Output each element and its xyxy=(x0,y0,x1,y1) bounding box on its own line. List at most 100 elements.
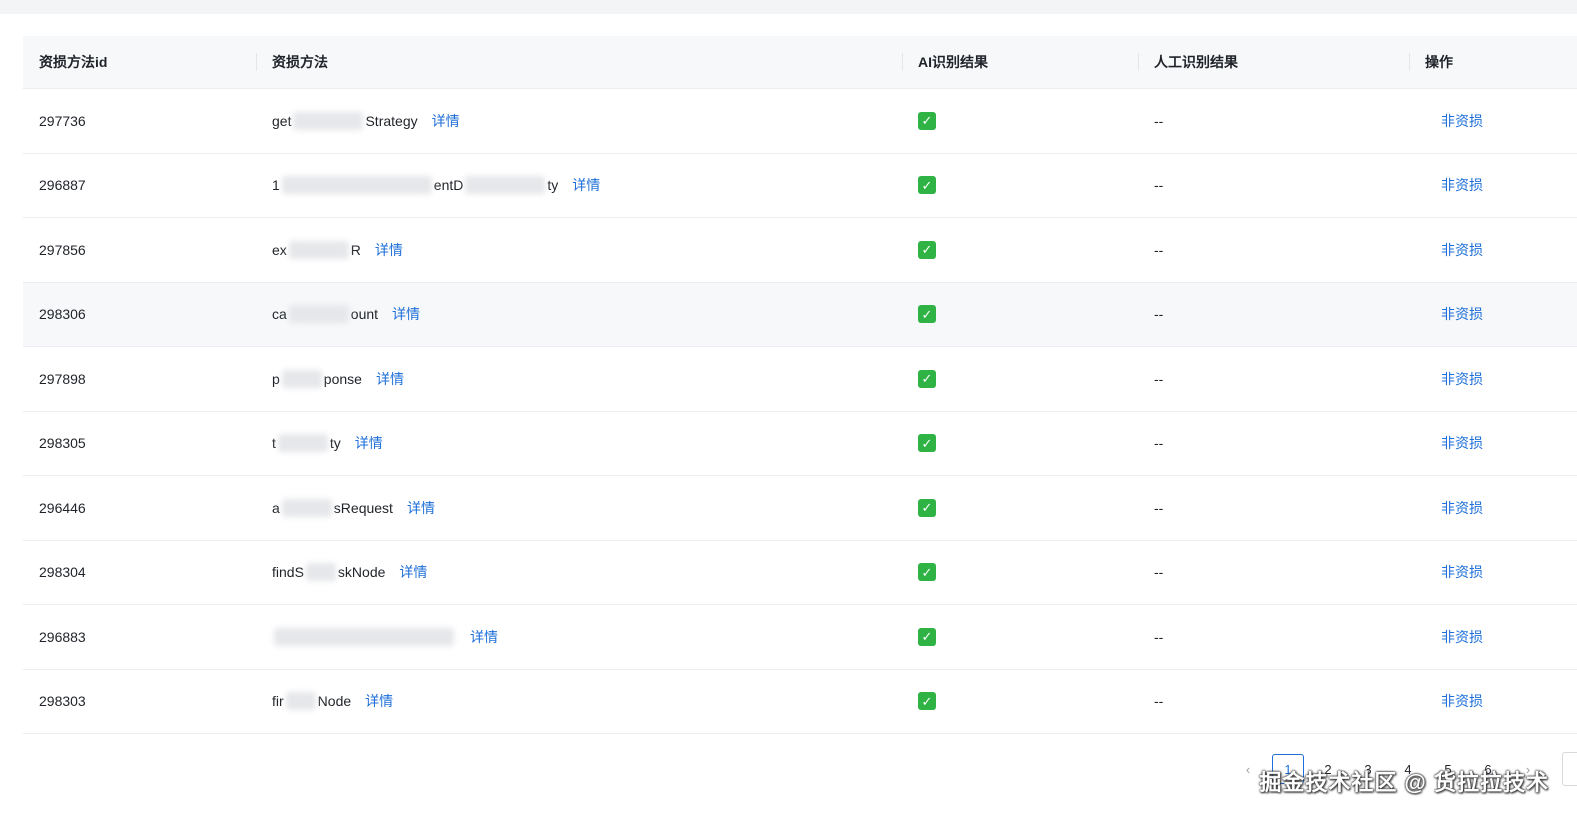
mark-non-loss-button[interactable]: 非资损 xyxy=(1441,562,1483,582)
table-row: 297898 p ponse 详情 ✓ -- 非资损 xyxy=(23,347,1577,412)
cell-manual-result: -- xyxy=(1154,628,1164,645)
cell-ai-result: ✓ xyxy=(902,347,1138,411)
cell-method: p ponse 详情 xyxy=(256,347,902,411)
detail-link[interactable]: 详情 xyxy=(470,627,498,647)
cell-ai-result: ✓ xyxy=(902,218,1138,282)
cell-method: get Strategy 详情 xyxy=(256,89,902,153)
redacted-mask xyxy=(277,434,328,453)
cell-ai-result: ✓ xyxy=(902,476,1138,540)
cell-method: t ty 详情 xyxy=(256,412,902,476)
cell-manual-result: -- xyxy=(1154,177,1164,194)
method-name-end: ponse xyxy=(323,370,362,387)
table-row: 296887 1 entD ty 详情 ✓ -- 非资损 xyxy=(23,154,1577,218)
method-name-start: ca xyxy=(272,306,287,323)
method-name-start: a xyxy=(272,499,280,516)
mark-non-loss-button[interactable]: 非资损 xyxy=(1441,498,1483,518)
method-name-end: skNode xyxy=(337,564,386,581)
check-mark-icon: ✓ xyxy=(918,692,936,711)
mark-non-loss-button[interactable]: 非资损 xyxy=(1441,433,1483,453)
cell-ai-result: ✓ xyxy=(902,412,1138,476)
cell-ai-result: ✓ xyxy=(902,541,1138,605)
check-mark-icon: ✓ xyxy=(918,240,936,259)
redacted-mask xyxy=(305,563,336,582)
cell-action: 非资损 xyxy=(1409,218,1577,282)
method-name-end: R xyxy=(350,241,361,258)
detail-link[interactable]: 详情 xyxy=(432,111,460,131)
method-name-end: ty xyxy=(329,435,341,452)
cell-method: 1 entD ty 详情 xyxy=(256,154,902,218)
detail-link[interactable]: 详情 xyxy=(572,175,600,195)
cell-method: a sRequest 详情 xyxy=(256,476,902,540)
method-name-start: ex xyxy=(272,241,287,258)
cell-id: 298304 xyxy=(39,564,86,581)
redacted-mask xyxy=(465,176,546,195)
method-name-start: t xyxy=(272,435,276,452)
cell-action: 非资损 xyxy=(1409,283,1577,347)
check-mark-icon: ✓ xyxy=(918,176,936,195)
detail-link[interactable]: 详情 xyxy=(365,691,393,711)
cell-id: 298305 xyxy=(39,435,86,452)
method-name-start: get xyxy=(272,112,292,129)
cell-id: 297898 xyxy=(39,370,86,387)
table-body: 297736 get Strategy 详情 ✓ -- 非资损 296887 1 entD ty 详情… xyxy=(23,89,1577,734)
method-name-end: Node xyxy=(317,693,352,710)
mark-non-loss-button[interactable]: 非资损 xyxy=(1441,304,1483,324)
detail-link[interactable]: 详情 xyxy=(399,562,427,582)
mark-non-loss-button[interactable]: 非资损 xyxy=(1441,369,1483,389)
col-header-manual-result: 人工识别结果 xyxy=(1138,36,1409,88)
cell-action: 非资损 xyxy=(1409,541,1577,605)
cell-id: 296883 xyxy=(39,628,86,645)
cell-id: 297736 xyxy=(39,112,86,129)
page-size-select-edge[interactable] xyxy=(1562,752,1577,786)
mark-non-loss-button[interactable]: 非资损 xyxy=(1441,627,1483,647)
cell-manual-result: -- xyxy=(1154,112,1164,129)
cell-id: 296446 xyxy=(39,499,86,516)
cell-action: 非资损 xyxy=(1409,347,1577,411)
mark-non-loss-button[interactable]: 非资损 xyxy=(1441,691,1483,711)
cell-id: 297856 xyxy=(39,241,86,258)
col-header-ai-result: AI识别结果 xyxy=(902,36,1138,88)
check-mark-icon: ✓ xyxy=(918,305,936,324)
cell-manual-result: -- xyxy=(1154,435,1164,452)
cell-id: 298306 xyxy=(39,306,86,323)
cell-method: ex R 详情 xyxy=(256,218,902,282)
cell-manual-result: -- xyxy=(1154,306,1164,323)
table-row: 296446 a sRequest 详情 ✓ -- 非资损 xyxy=(23,476,1577,541)
col-header-id: 资损方法id xyxy=(39,54,108,70)
cell-ai-result: ✓ xyxy=(902,605,1138,669)
method-name-end: Strategy xyxy=(365,112,418,129)
method-name-end: entD xyxy=(433,177,464,194)
detail-link[interactable]: 详情 xyxy=(355,433,383,453)
mark-non-loss-button[interactable]: 非资损 xyxy=(1441,175,1483,195)
method-name-start: fir xyxy=(272,693,284,710)
method-name-end: ount xyxy=(350,306,379,323)
cell-id: 298303 xyxy=(39,693,86,710)
detail-link[interactable]: 详情 xyxy=(375,240,403,260)
check-mark-icon: ✓ xyxy=(918,434,936,453)
detail-link[interactable]: 详情 xyxy=(392,304,420,324)
cell-action: 非资损 xyxy=(1409,412,1577,476)
cell-manual-result: -- xyxy=(1154,241,1164,258)
cell-method: findS skNode 详情 xyxy=(256,541,902,605)
table-header: 资损方法id 资损方法 AI识别结果 人工识别结果 操作 xyxy=(23,36,1577,89)
check-mark-icon: ✓ xyxy=(918,627,936,646)
table-row: 298305 t ty 详情 ✓ -- 非资损 xyxy=(23,412,1577,476)
method-name-tail: ty xyxy=(547,177,559,194)
redacted-mask xyxy=(293,111,364,130)
cell-ai-result: ✓ xyxy=(902,89,1138,153)
cell-action: 非资损 xyxy=(1409,605,1577,669)
detail-link[interactable]: 详情 xyxy=(407,498,435,518)
mark-non-loss-button[interactable]: 非资损 xyxy=(1441,240,1483,260)
mark-non-loss-button[interactable]: 非资损 xyxy=(1441,111,1483,131)
redacted-mask xyxy=(281,176,432,195)
cell-ai-result: ✓ xyxy=(902,154,1138,218)
cell-action: 非资损 xyxy=(1409,89,1577,153)
col-header-method: 资损方法 xyxy=(256,36,902,88)
detail-link[interactable]: 详情 xyxy=(376,369,404,389)
method-name-start: findS xyxy=(272,564,304,581)
redacted-mask xyxy=(288,305,349,324)
cell-ai-result: ✓ xyxy=(902,670,1138,734)
cell-manual-result: -- xyxy=(1154,693,1164,710)
method-name-start: p xyxy=(272,370,280,387)
check-mark-icon: ✓ xyxy=(918,498,936,517)
